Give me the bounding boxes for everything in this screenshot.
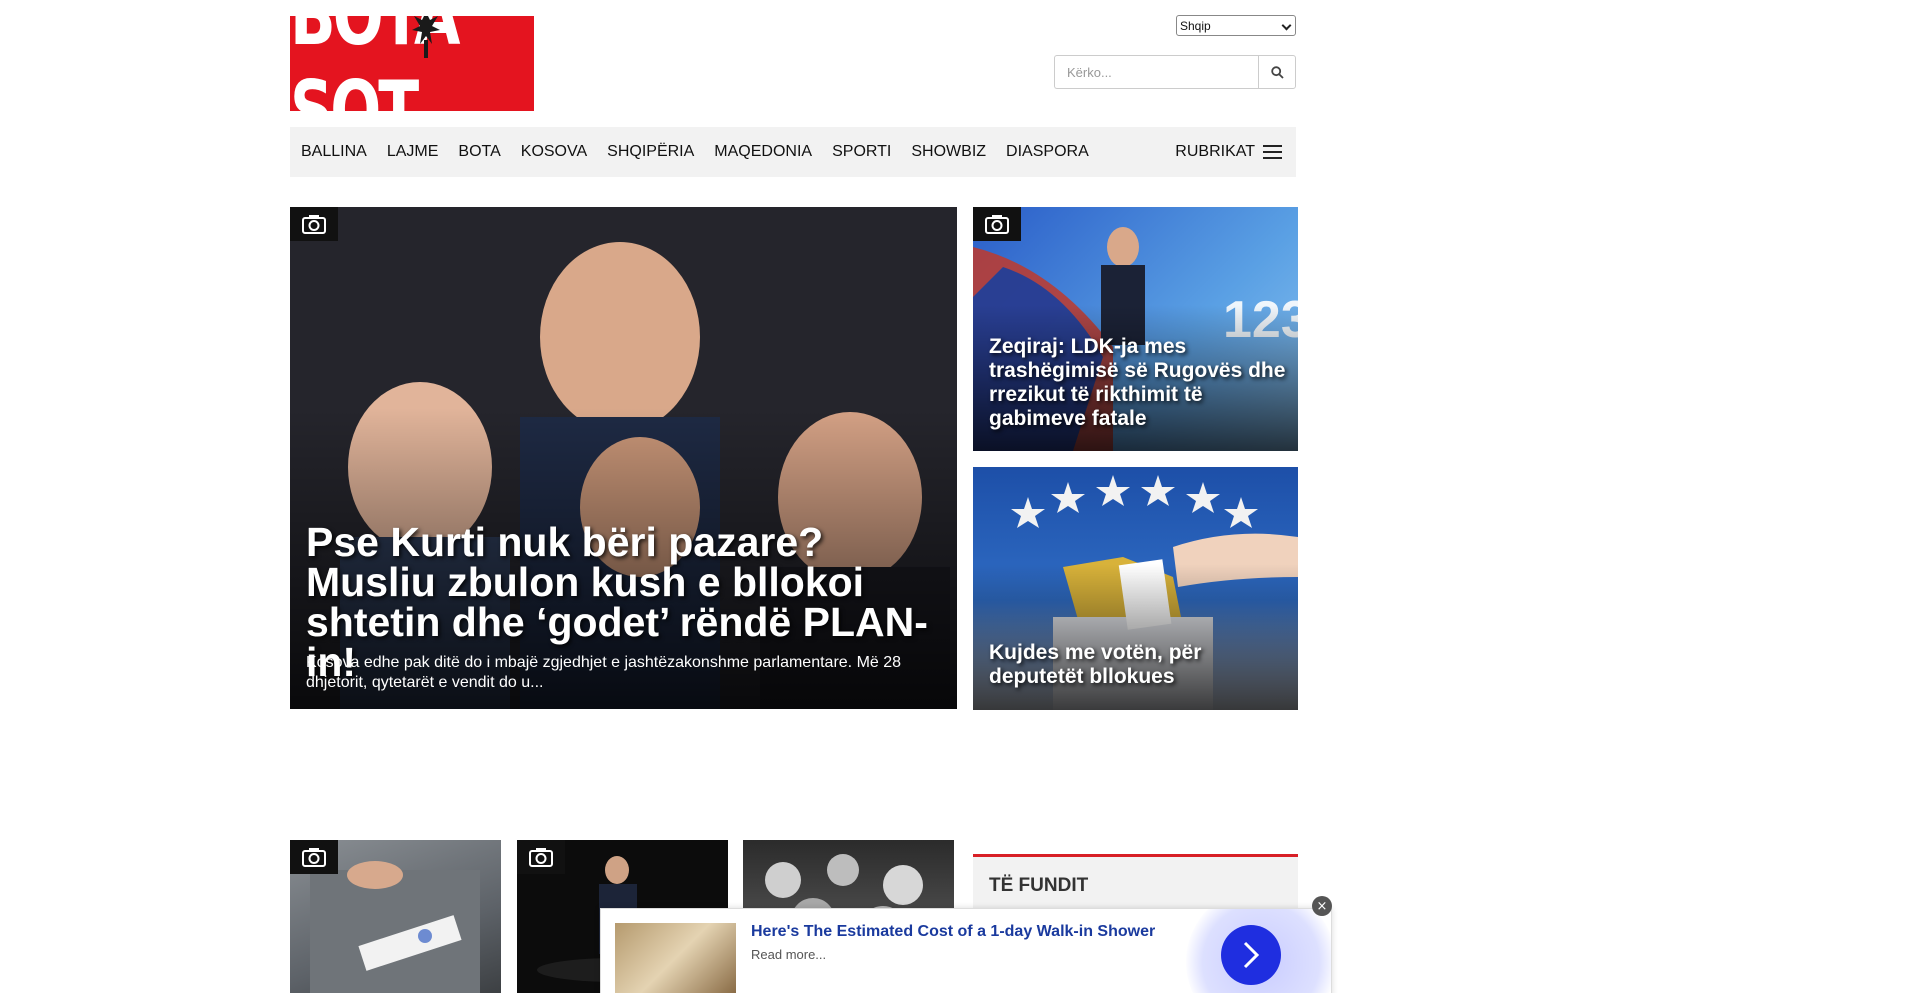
small-article[interactable] (290, 840, 501, 993)
eagle-icon (412, 16, 440, 58)
camera-icon (973, 207, 1021, 241)
nav-item-lajme[interactable]: LAJME (377, 143, 449, 161)
search-input[interactable]: Kërko... (1054, 55, 1259, 89)
side-article-title[interactable]: Kujdes me votën, për deputetët bllokues (989, 641, 1289, 689)
language-select-value: Shqip (1180, 18, 1211, 33)
nav-item-sporti[interactable]: SPORTI (822, 143, 901, 161)
nav-item-bota[interactable]: BOTA (448, 143, 510, 161)
hamburger-menu-icon (1263, 145, 1282, 159)
language-select[interactable]: Shqip (1176, 15, 1296, 36)
nav-item-ballina[interactable]: BALLINA (290, 143, 377, 161)
main-nav: BALLINA LAJME BOTA KOSOVA SHQIPËRIA MAQE… (290, 127, 1296, 177)
page: BOTA SOT Shqip Kërko... BALLINA LAJME BO… (0, 0, 1920, 993)
search-placeholder: Kërko... (1067, 64, 1112, 80)
latest-news-title: TË FUNDIT (989, 875, 1089, 896)
ad-image[interactable] (615, 923, 736, 993)
ad-title[interactable]: Here's The Estimated Cost of a 1-day Wal… (751, 923, 1155, 941)
chevron-right-icon (1243, 941, 1260, 969)
ad-close-button[interactable]: × (1312, 896, 1332, 916)
search-button[interactable] (1258, 55, 1296, 89)
camera-icon (517, 840, 565, 874)
side-article[interactable]: 123 Zeqiraj: LDK-ja mes trashëgimisë së … (973, 207, 1298, 451)
hero-excerpt: Kosova edhe pak ditë do i mbajë zgjedhje… (306, 654, 902, 691)
rubrikat-menu-button[interactable]: RUBRIKAT (1175, 127, 1282, 177)
camera-icon (290, 840, 338, 874)
nav-item-showbiz[interactable]: SHOWBIZ (901, 143, 996, 161)
chevron-down-icon (1281, 20, 1292, 31)
side-article[interactable]: Kujdes me votën, për deputetët bllokues (973, 467, 1298, 710)
nav-item-shqiperia[interactable]: SHQIPËRIA (597, 143, 704, 161)
search-icon (1270, 65, 1284, 79)
site-logo[interactable]: BOTA SOT (290, 16, 534, 111)
nav-item-maqedonia[interactable]: MAQEDONIA (704, 143, 822, 161)
nav-item-kosova[interactable]: KOSOVA (511, 143, 597, 161)
rubrikat-label: RUBRIKAT (1175, 143, 1255, 160)
ad-next-button[interactable] (1221, 925, 1281, 985)
nav-item-diaspora[interactable]: DIASPORA (996, 143, 1099, 161)
ad-read-more[interactable]: Read more... (751, 947, 826, 962)
hero-article[interactable]: Pse Kurti nuk bëri pazare? Musliu zbulon… (290, 207, 957, 709)
camera-icon (290, 207, 338, 241)
side-article-title[interactable]: Zeqiraj: LDK-ja mes trashëgimisë së Rugo… (989, 335, 1289, 431)
ad-banner[interactable]: Here's The Estimated Cost of a 1-day Wal… (600, 908, 1332, 993)
